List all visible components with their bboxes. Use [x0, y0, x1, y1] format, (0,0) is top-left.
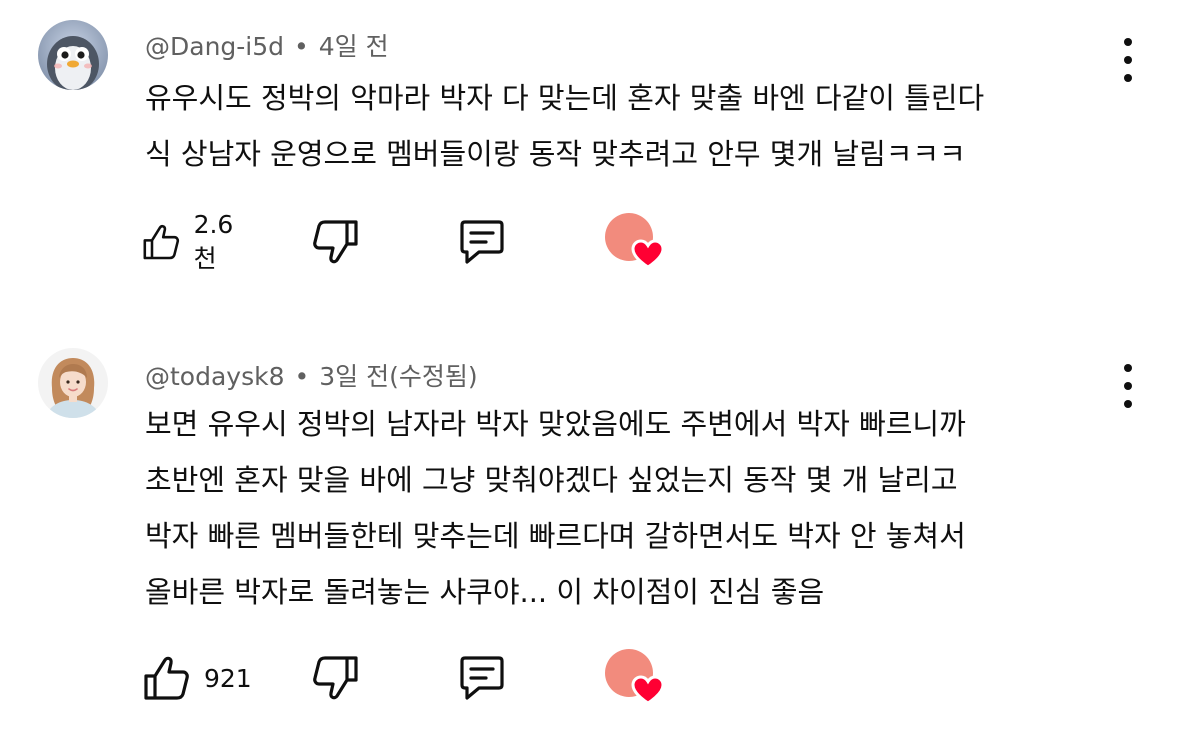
woman-avatar-icon — [38, 348, 108, 418]
creator-heart-badge — [602, 648, 668, 708]
dislike-button[interactable] — [310, 648, 362, 708]
reply-button[interactable] — [455, 648, 509, 708]
comment-icon — [460, 220, 504, 264]
comment-meta: @todaysk8 • 3일 전(수정됨) — [145, 357, 478, 393]
reply-button[interactable] — [455, 212, 509, 272]
comment-text-line: 보면 유우시 정박의 남자라 박자 맞았음에도 주변에서 박자 빠르니까 — [145, 407, 966, 441]
more-options-button[interactable] — [1115, 364, 1141, 408]
comment-text-line: 유우시도 정박의 악마라 박자 다 맞는데 혼자 맞출 바엔 다같이 틀린다 — [145, 81, 985, 115]
avatar[interactable] — [38, 20, 108, 90]
creator-heart-badge — [602, 212, 668, 272]
comment-meta: @Dang-i5d • 4일 전 — [145, 27, 389, 63]
like-count: 2.6천 — [193, 209, 234, 273]
comment-text: 보면 유우시 정박의 남자라 박자 맞았음에도 주변에서 박자 빠르니까 초반엔… — [145, 396, 1135, 620]
like-button[interactable]: 921 — [140, 648, 252, 708]
thumbs-down-icon — [313, 656, 358, 700]
avatar[interactable] — [38, 348, 108, 418]
like-count: 921 — [204, 663, 252, 693]
separator-dot: • — [294, 362, 310, 391]
thumbs-up-icon — [143, 224, 180, 260]
author-name[interactable]: @Dang-i5d — [145, 32, 284, 61]
comment-icon — [460, 656, 504, 700]
more-vert-icon — [1124, 38, 1132, 46]
creator-heart-icon — [605, 649, 665, 705]
comment-text: 유우시도 정박의 악마라 박자 다 맞는데 혼자 맞출 바엔 다같이 틀린다 식… — [145, 70, 1135, 182]
timestamp[interactable]: 3일 전(수정됨) — [319, 362, 477, 391]
like-button[interactable]: 2.6천 — [140, 209, 244, 273]
author-name[interactable]: @todaysk8 — [145, 362, 285, 391]
dislike-button[interactable] — [310, 212, 362, 272]
comment-text-line: 식 상남자 운영으로 멤버들이랑 동작 맞추려고 안무 몇개 날림ㅋㅋㅋ — [145, 137, 966, 171]
comment-text-line: 초반엔 혼자 맞을 바에 그냥 맞춰야겠다 싶었는지 동작 몇 개 날리고 — [145, 463, 958, 497]
thumbs-up-icon — [144, 656, 189, 700]
comment-item: @Dang-i5d • 4일 전 유우시도 정박의 악마라 박자 다 맞는데 혼자 … — [0, 0, 1200, 330]
comment-text-line: 올바른 박자로 돌려놓는 사쿠야... 이 차이점이 진심 좋음 — [145, 575, 825, 609]
penguin-avatar-icon — [38, 20, 108, 90]
comment-item: @todaysk8 • 3일 전(수정됨) 보면 유우시 정박의 남자라 박자 맞았… — [0, 330, 1200, 740]
more-vert-icon — [1124, 364, 1132, 372]
thumbs-down-icon — [313, 220, 358, 264]
more-options-button[interactable] — [1115, 38, 1141, 82]
creator-heart-icon — [605, 213, 665, 269]
comment-text-line: 박자 빠른 멤버들한테 맞추는데 빠르다며 갈하면서도 박자 안 놓쳐서 — [145, 519, 966, 553]
timestamp[interactable]: 4일 전 — [319, 32, 389, 61]
separator-dot: • — [294, 32, 309, 61]
